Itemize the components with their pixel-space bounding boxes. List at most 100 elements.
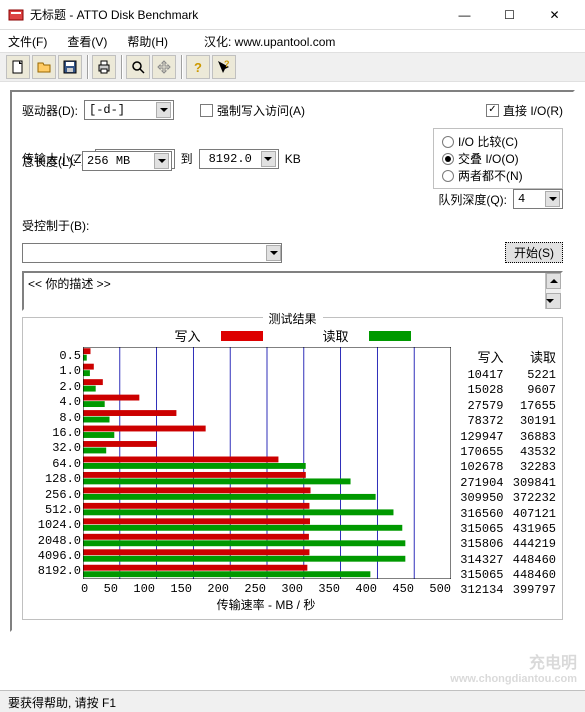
queue-depth-label: 队列深度(Q): xyxy=(438,191,507,208)
y-tick-label: 8.0 xyxy=(29,411,81,426)
menubar: 文件(F) 查看(V) 帮助(H) 汉化: www.upantool.com xyxy=(0,30,585,52)
table-row: 7837230191 xyxy=(451,414,556,429)
x-tick-label: 50 xyxy=(104,582,118,596)
y-tick-label: 4096.0 xyxy=(29,549,81,564)
results-panel: 测试结果 写入 读取 0.51.02.04.08.016.032.064.012… xyxy=(22,317,563,620)
toolbar-separator xyxy=(121,55,123,79)
chart-legend: 写入 读取 xyxy=(29,326,556,345)
total-length-label: 总长度(L): xyxy=(22,153,76,170)
table-row: 12994736883 xyxy=(451,430,556,445)
save-button[interactable] xyxy=(58,55,82,79)
titlebar: 无标题 - ATTO Disk Benchmark — ☐ ✕ xyxy=(0,0,585,30)
toolbar: ? ? xyxy=(0,52,585,82)
y-tick-label: 1024.0 xyxy=(29,518,81,533)
whats-this-button[interactable]: ? xyxy=(212,55,236,79)
chart-x-ticks: 050100150200250300350400450500 xyxy=(81,582,451,596)
description-text: << 你的描述 >> xyxy=(28,277,111,291)
move-button[interactable] xyxy=(152,55,176,79)
hanhua-credit: 汉化: www.upantool.com xyxy=(204,33,335,50)
toolbar-separator xyxy=(181,55,183,79)
close-button[interactable]: ✕ xyxy=(532,0,577,29)
drive-label: 驱动器(D): xyxy=(22,102,78,119)
direct-io-checkbox[interactable]: ✓ 直接 I/O(R) xyxy=(486,102,563,119)
menu-help[interactable]: 帮助(H) xyxy=(123,31,172,52)
statusbar: 要获得帮助, 请按 F1 xyxy=(0,690,585,712)
force-write-label: 强制写入访问(A) xyxy=(217,102,305,119)
print-button[interactable] xyxy=(92,55,116,79)
x-tick-label: 200 xyxy=(207,582,229,596)
description-textarea[interactable]: << 你的描述 >> xyxy=(22,271,563,311)
controlled-by-label: 受控制于(B): xyxy=(22,217,89,234)
new-button[interactable] xyxy=(6,55,30,79)
table-row: 314327448460 xyxy=(451,553,556,568)
transfer-to-combo[interactable]: 8192.0 xyxy=(199,149,279,169)
direct-io-label: 直接 I/O(R) xyxy=(503,102,563,119)
menu-file[interactable]: 文件(F) xyxy=(4,31,51,52)
y-tick-label: 8192.0 xyxy=(29,564,81,579)
io-compare-radio[interactable]: I/O 比较(C) xyxy=(442,133,554,150)
io-mode-group: I/O 比较(C) 交叠 I/O(O) 两者都不(N) xyxy=(433,128,563,189)
start-button[interactable]: 开始(S) xyxy=(505,242,563,263)
legend-read-swatch xyxy=(369,331,411,341)
table-row: 315065448460 xyxy=(451,568,556,583)
window-title: 无标题 - ATTO Disk Benchmark xyxy=(30,6,442,23)
x-tick-label: 150 xyxy=(170,582,192,596)
y-tick-label: 0.5 xyxy=(29,349,81,364)
neither-radio[interactable]: 两者都不(N) xyxy=(442,167,554,184)
x-tick-label: 450 xyxy=(392,582,414,596)
legend-write-swatch xyxy=(221,331,263,341)
results-title: 测试结果 xyxy=(262,310,322,327)
y-tick-label: 1.0 xyxy=(29,364,81,379)
y-tick-label: 256.0 xyxy=(29,488,81,503)
table-row: 315065431965 xyxy=(451,522,556,537)
open-button[interactable] xyxy=(32,55,56,79)
y-tick-label: 2.0 xyxy=(29,380,81,395)
scroll-down-icon[interactable] xyxy=(546,293,561,309)
drive-combo[interactable]: [-d-] xyxy=(84,100,174,120)
x-tick-label: 250 xyxy=(244,582,266,596)
y-tick-label: 512.0 xyxy=(29,503,81,518)
status-text: 要获得帮助, 请按 F1 xyxy=(8,696,116,710)
x-tick-label: 350 xyxy=(318,582,340,596)
legend-read-label: 读取 xyxy=(323,326,349,345)
table-row: 2757917655 xyxy=(451,399,556,414)
svg-text:?: ? xyxy=(194,60,202,75)
y-tick-label: 128.0 xyxy=(29,472,81,487)
col-read-header: 读取 xyxy=(504,347,557,366)
x-tick-label: 300 xyxy=(281,582,303,596)
y-tick-label: 16.0 xyxy=(29,426,81,441)
chart-y-labels: 0.51.02.04.08.016.032.064.0128.0256.0512… xyxy=(29,347,81,580)
controlled-by-combo[interactable] xyxy=(22,243,282,263)
radio-icon xyxy=(442,136,454,148)
table-row: 312134399797 xyxy=(451,583,556,598)
table-row: 104175221 xyxy=(451,368,556,383)
x-tick-label: 100 xyxy=(133,582,155,596)
legend-write-label: 写入 xyxy=(174,326,200,345)
scroll-up-icon[interactable] xyxy=(546,273,561,289)
table-row: 309950372232 xyxy=(451,491,556,506)
x-tick-label: 400 xyxy=(355,582,377,596)
x-tick-label: 500 xyxy=(429,582,451,596)
transfer-unit-label: KB xyxy=(285,152,301,166)
zoom-button[interactable] xyxy=(126,55,150,79)
results-table: 写入读取 10417522115028960727579176557837230… xyxy=(451,347,556,613)
scrollbar[interactable] xyxy=(545,273,561,309)
force-write-checkbox[interactable]: 强制写入访问(A) xyxy=(200,102,305,119)
y-tick-label: 2048.0 xyxy=(29,534,81,549)
menu-view[interactable]: 查看(V) xyxy=(63,31,111,52)
queue-depth-combo[interactable]: 4 xyxy=(513,189,563,209)
minimize-button[interactable]: — xyxy=(442,0,487,29)
checkbox-icon: ✓ xyxy=(486,104,499,117)
total-length-combo[interactable]: 256 MB xyxy=(82,151,172,171)
table-row: 316560407121 xyxy=(451,507,556,522)
overlap-io-radio[interactable]: 交叠 I/O(O) xyxy=(442,150,554,167)
watermark: 充电明 www.chongdiantou.com xyxy=(450,654,577,686)
transfer-to-label: 到 xyxy=(181,150,193,167)
chart-area xyxy=(83,347,451,579)
svg-text:?: ? xyxy=(224,59,230,69)
table-row: 271904309841 xyxy=(451,476,556,491)
maximize-button[interactable]: ☐ xyxy=(487,0,532,29)
help-button[interactable]: ? xyxy=(186,55,210,79)
radio-icon xyxy=(442,170,454,182)
y-tick-label: 32.0 xyxy=(29,441,81,456)
